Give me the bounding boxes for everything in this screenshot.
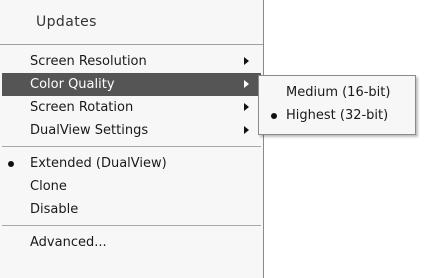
- menu-item-label: Screen Rotation: [30, 100, 134, 115]
- menu-item-label: Advanced...: [30, 235, 107, 250]
- menu-item-color-quality[interactable]: Color Quality: [2, 73, 261, 96]
- display-mode-group: Extended (DualView) Clone Disable: [0, 147, 263, 225]
- menu-item-screen-rotation[interactable]: Screen Rotation: [2, 96, 261, 119]
- selected-bullet-icon: [271, 113, 277, 119]
- menu-item-label: Clone: [30, 179, 67, 194]
- display-settings-group: Screen Resolution Color Quality Screen R…: [0, 45, 263, 146]
- submenu-item-medium-16bit[interactable]: Medium (16-bit): [259, 81, 415, 104]
- submenu-arrow-icon: [244, 57, 249, 65]
- submenu-arrow-icon: [244, 80, 249, 88]
- advanced-group: Advanced...: [0, 226, 263, 258]
- menu-item-disable[interactable]: Disable: [2, 198, 261, 221]
- menu-item-clone[interactable]: Clone: [2, 175, 261, 198]
- menu-header: Updates: [0, 0, 263, 45]
- menu-item-label: Color Quality: [30, 77, 115, 92]
- submenu-arrow-icon: [244, 126, 249, 134]
- selected-bullet-icon: [8, 161, 14, 167]
- menu-item-extended-dualview[interactable]: Extended (DualView): [2, 152, 261, 175]
- menu-item-label: DualView Settings: [30, 123, 149, 138]
- submenu-arrow-icon: [244, 103, 249, 111]
- menu-item-advanced[interactable]: Advanced...: [2, 231, 261, 254]
- menu-item-label: Screen Resolution: [30, 54, 147, 69]
- menu-item-label: Extended (DualView): [30, 156, 167, 171]
- menu-item-dualview-settings[interactable]: DualView Settings: [2, 119, 261, 142]
- color-quality-submenu: Medium (16-bit) Highest (32-bit): [258, 75, 416, 135]
- menu-item-screen-resolution[interactable]: Screen Resolution: [2, 50, 261, 73]
- menu-item-label: Disable: [30, 202, 79, 217]
- submenu-item-label: Medium (16-bit): [286, 85, 391, 100]
- submenu-item-highest-32bit[interactable]: Highest (32-bit): [259, 104, 415, 127]
- context-menu: Updates Screen Resolution Color Quality …: [0, 0, 264, 278]
- submenu-item-label: Highest (32-bit): [286, 108, 389, 123]
